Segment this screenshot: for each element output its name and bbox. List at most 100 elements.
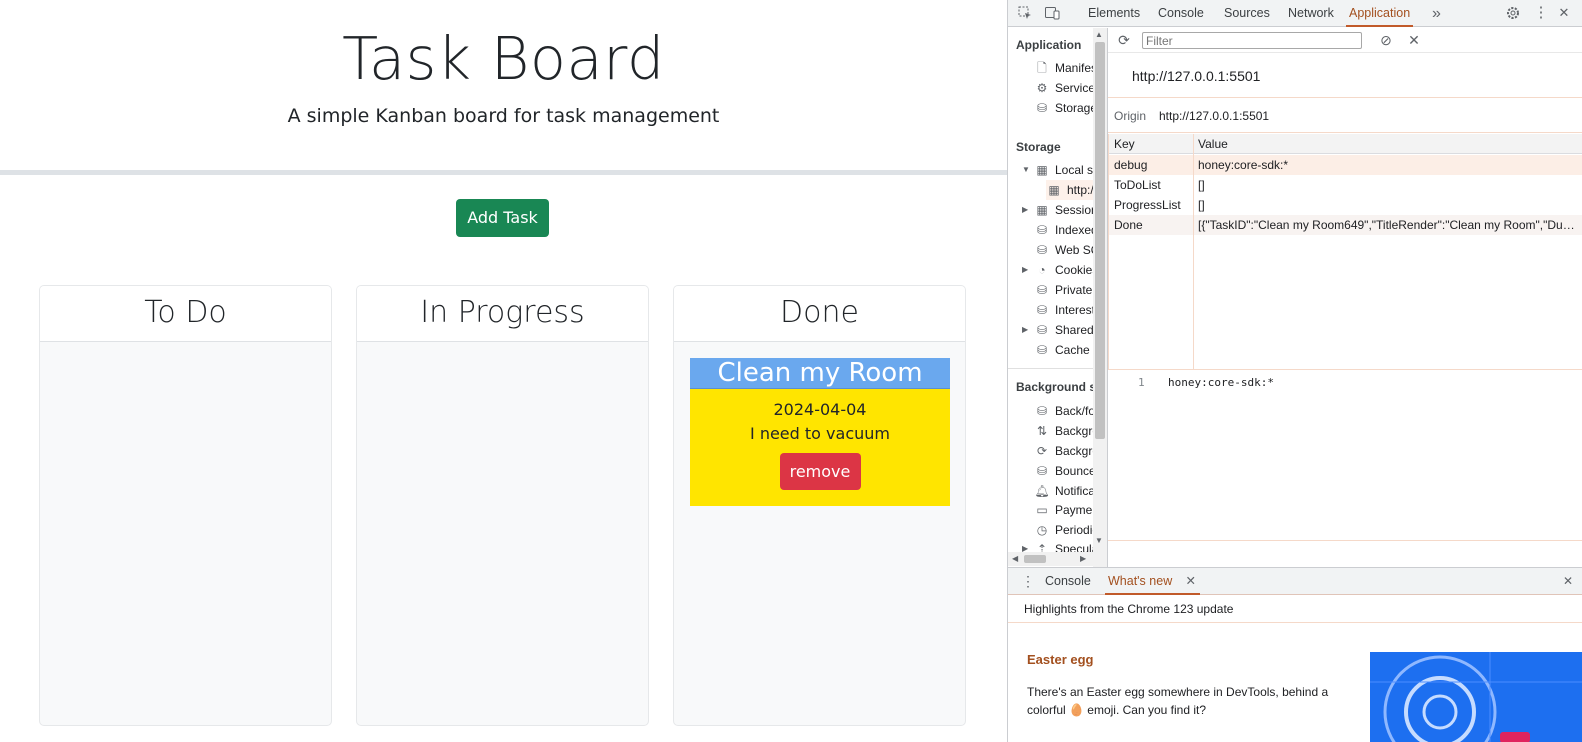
value-text: honey:core-sdk:* <box>1168 376 1274 389</box>
credit-card-icon: ▭ <box>1036 503 1048 517</box>
highlights-divider <box>1008 622 1582 623</box>
storage-toolbar: ⟳ ⊘ ✕ <box>1108 28 1582 53</box>
database-icon: ⛁ <box>1036 283 1048 297</box>
in-progress-column: In Progress <box>356 285 649 726</box>
scroll-up-arrow-icon[interactable]: ▲ <box>1095 30 1103 39</box>
task-title: Clean my Room <box>690 358 950 389</box>
gears-icon: ⚙ <box>1036 81 1048 95</box>
devtools-panel: Elements Console Sources Network Applica… <box>1007 0 1582 742</box>
origin-title: http://127.0.0.1:5501 <box>1108 54 1582 98</box>
column-title-todo: To Do <box>40 286 331 342</box>
document-icon: 🗋 <box>1037 61 1047 75</box>
more-options-icon[interactable]: ⋮ <box>1533 5 1549 21</box>
chrome-update-illustration <box>1370 652 1582 742</box>
database-icon: ⛁ <box>1036 101 1048 115</box>
sidebar-section-application: Application <box>1016 38 1082 52</box>
devtools-tab-bar: Elements Console Sources Network Applica… <box>1008 0 1582 27</box>
tab-network[interactable]: Network <box>1288 0 1334 27</box>
tab-sources[interactable]: Sources <box>1224 0 1270 27</box>
drawer-tab-console[interactable]: Console <box>1045 568 1091 595</box>
scroll-down-arrow-icon[interactable]: ▼ <box>1095 536 1103 545</box>
pane-divider <box>1108 540 1582 541</box>
column-title-done: Done <box>674 286 965 342</box>
page-subtitle: A simple Kanban board for task managemen… <box>287 105 720 127</box>
table-row[interactable]: Done [{"TaskID":"Clean my Room649","Titl… <box>1109 215 1582 235</box>
sidebar-divider <box>1008 368 1093 369</box>
clear-all-icon[interactable]: ⊘ <box>1378 32 1394 48</box>
settings-gear-icon[interactable] <box>1505 5 1521 21</box>
collapsed-triangle-icon[interactable]: ▶ <box>1022 200 1028 220</box>
whats-new-highlights: Highlights from the Chrome 123 update <box>1024 602 1234 616</box>
line-number: 1 <box>1138 376 1145 389</box>
expanded-triangle-icon[interactable]: ▼ <box>1022 160 1030 180</box>
column-header-key[interactable]: Key <box>1114 134 1135 154</box>
tab-application-label: Application <box>1349 6 1411 20</box>
origin-value: http://127.0.0.1:5501 <box>1159 109 1270 123</box>
page-title: Task Board <box>342 24 665 93</box>
up-down-arrows-icon: ⇅ <box>1036 424 1048 438</box>
collapsed-triangle-icon[interactable]: ▶ <box>1022 320 1028 340</box>
storage-pane: ⟳ ⊘ ✕ http://127.0.0.1:5501 Origin http:… <box>1108 28 1582 567</box>
database-icon: ⛁ <box>1036 404 1048 418</box>
inspect-element-icon[interactable] <box>1017 5 1033 21</box>
database-icon: ⛁ <box>1036 464 1048 478</box>
origin-label: Origin <box>1114 109 1147 123</box>
task-due-date: 2024-04-04 <box>773 400 867 419</box>
sidebar-item-manifest[interactable]: 🗋 Manifest <box>1034 58 1100 78</box>
cookie-icon: ◔ <box>1038 263 1046 277</box>
done-column: Done Clean my Room 2024-04-04 I need to … <box>673 285 966 726</box>
close-devtools-icon[interactable]: ✕ <box>1556 5 1572 21</box>
device-toolbar-icon[interactable] <box>1044 5 1060 21</box>
drawer-tab-bar: ⋮ Console What's new ✕ ✕ <box>1008 568 1582 595</box>
task-board-page: Task Board A simple Kanban board for tas… <box>0 0 1007 742</box>
table-icon: ▦ <box>1036 163 1048 177</box>
clock-icon: ◷ <box>1036 523 1048 537</box>
easter-egg-text: There's an Easter egg somewhere in DevTo… <box>1027 685 1329 717</box>
sidebar-section-storage: Storage <box>1016 140 1061 154</box>
sidebar-item-local-origin[interactable]: ▦http://127.0.0.1:5501 <box>1046 180 1107 200</box>
sidebar-hscroll-thumb[interactable] <box>1024 555 1046 563</box>
column-header-value[interactable]: Value <box>1198 134 1228 154</box>
task-description: I need to vacuum <box>750 424 890 443</box>
database-icon: ⛁ <box>1036 323 1048 337</box>
database-icon: ⛁ <box>1036 343 1048 357</box>
sidebar-scroll-thumb[interactable] <box>1095 42 1105 439</box>
table-row[interactable]: debug honey:core-sdk:* <box>1109 155 1582 175</box>
bell-icon: 🔔︎ <box>1034 484 1050 498</box>
tab-console[interactable]: Console <box>1158 0 1204 27</box>
sync-icon: ⟳ <box>1036 444 1048 458</box>
table-icon: ▦ <box>1036 203 1048 217</box>
local-storage-table: Key Value debug honey:core-sdk:* ToDoLis… <box>1108 134 1582 370</box>
remove-task-button[interactable]: remove <box>779 453 861 490</box>
table-row[interactable]: ToDoList [] <box>1109 175 1582 195</box>
scroll-right-arrow-icon[interactable]: ▶ <box>1080 554 1086 563</box>
task-card[interactable]: Clean my Room 2024-04-04 I need to vacuu… <box>690 358 950 506</box>
collapsed-triangle-icon[interactable]: ▶ <box>1022 260 1028 280</box>
database-icon: ⛁ <box>1036 303 1048 317</box>
sidebar-item-storage[interactable]: ⛁ Storage <box>1034 98 1097 118</box>
drawer-menu-icon[interactable]: ⋮ <box>1021 573 1035 590</box>
more-tabs-icon[interactable]: » <box>1432 0 1441 27</box>
table-row[interactable]: ProgressList [] <box>1109 195 1582 215</box>
close-tab-icon[interactable]: ✕ <box>1186 568 1196 595</box>
application-sidebar: Application 🗋Manifest ⚙Service workers ⛁… <box>1008 28 1108 567</box>
easter-egg-title[interactable]: Easter egg <box>1027 652 1093 667</box>
table-column-divider[interactable] <box>1193 134 1194 370</box>
sidebar-item-cookies[interactable]: ▶ ◔ Cookies <box>1022 260 1098 280</box>
filter-input[interactable] <box>1142 32 1362 49</box>
tab-elements[interactable]: Elements <box>1088 0 1140 27</box>
database-icon: ⛁ <box>1036 243 1048 257</box>
database-icon: ⛁ <box>1036 223 1048 237</box>
todo-column: To Do <box>39 285 332 726</box>
origin-info: Origin http://127.0.0.1:5501 <box>1108 99 1582 133</box>
refresh-icon[interactable]: ⟳ <box>1116 32 1132 48</box>
drawer-tab-whats-new[interactable]: What's new ✕ <box>1105 568 1200 595</box>
add-task-button[interactable]: Add Task <box>456 199 549 237</box>
table-header: Key Value <box>1109 134 1582 154</box>
tab-application[interactable]: Application <box>1346 0 1414 27</box>
devtools-drawer: ⋮ Console What's new ✕ ✕ Highlights from … <box>1008 567 1582 742</box>
close-drawer-icon[interactable]: ✕ <box>1563 568 1573 595</box>
scroll-left-arrow-icon[interactable]: ◀ <box>1012 554 1018 563</box>
page-header: Task Board A simple Kanban board for tas… <box>0 0 1007 170</box>
delete-selected-icon[interactable]: ✕ <box>1406 32 1422 48</box>
